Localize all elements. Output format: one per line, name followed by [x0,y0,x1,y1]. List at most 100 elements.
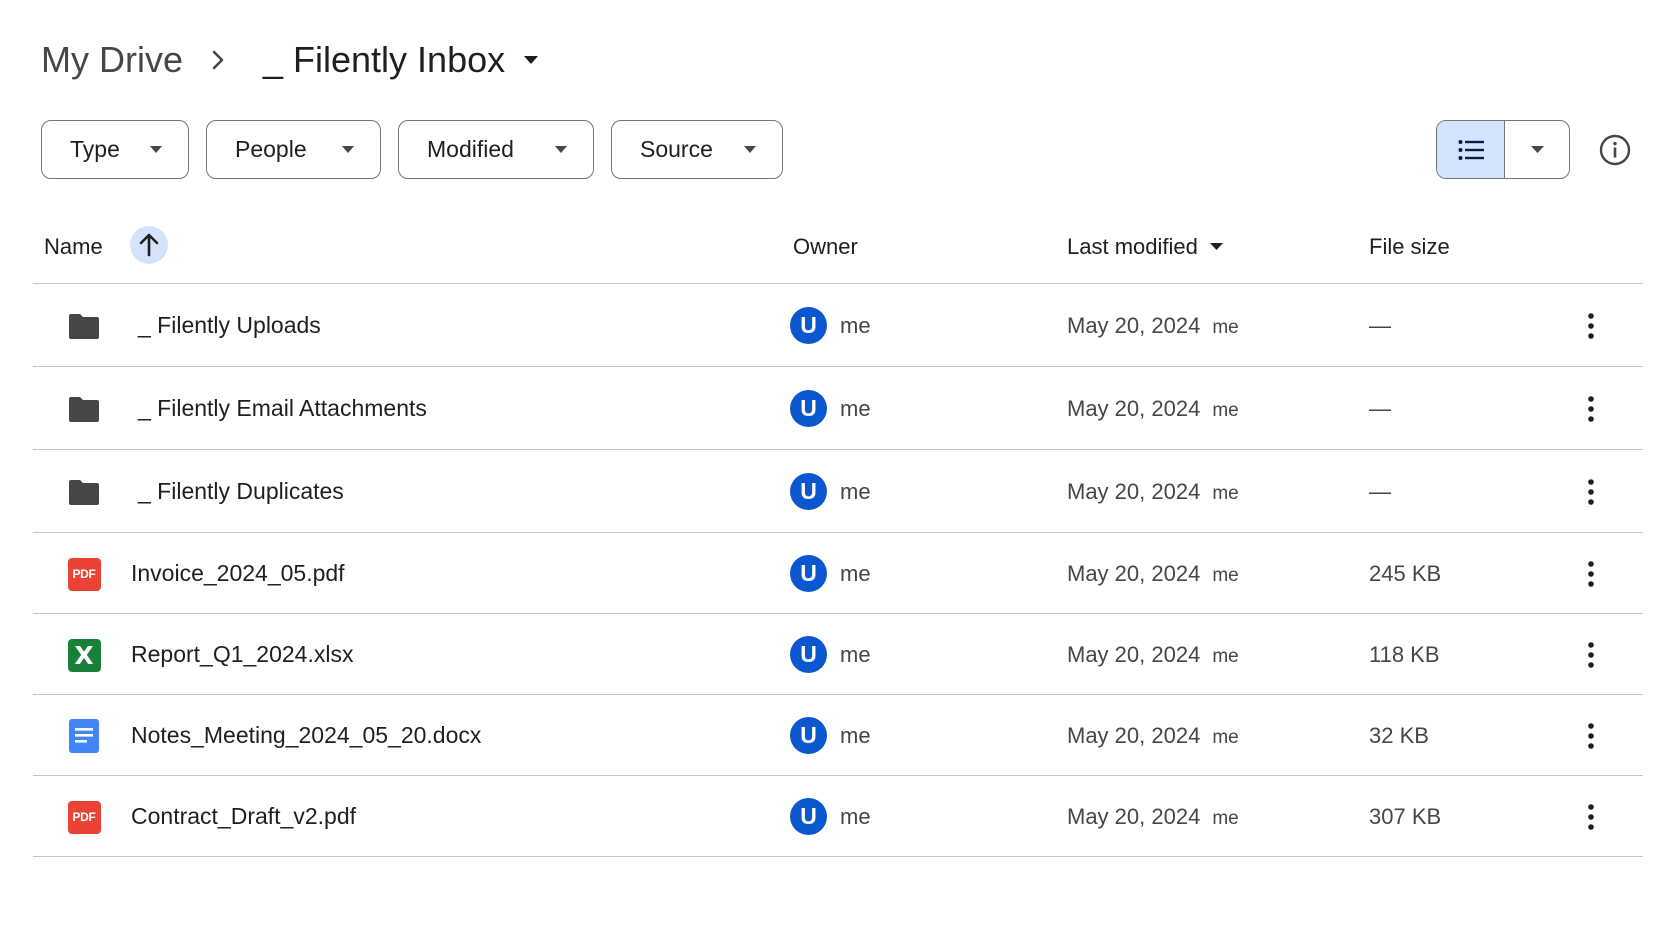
last-modified-cell: May 20, 2024 me [1067,561,1239,587]
owner-name: me [840,641,871,667]
breadcrumb-my-drive[interactable]: My Drive [41,39,183,81]
modified-by: me [1212,483,1239,504]
file-name[interactable]: _ Filently Duplicates [138,478,344,505]
pdf-icon-glyph: PDF [67,557,101,591]
filter-modified-chip[interactable]: Modified [398,120,594,179]
modified-by: me [1212,565,1239,586]
owner-name: me [840,312,871,338]
caret-down-icon [342,145,354,153]
file-name[interactable]: _ Filently Uploads [138,312,321,339]
filter-type-label: Type [70,136,120,162]
last-modified-cell: May 20, 2024 me [1067,479,1239,505]
owner-name: me [840,478,871,504]
caret-down-icon [1209,243,1223,251]
file-name[interactable]: Notes_Meeting_2024_05_20.docx [131,722,481,749]
column-header-owner[interactable]: Owner [793,234,858,260]
filter-bar: Type People Modified Source [41,120,783,179]
file-name[interactable]: Report_Q1_2024.xlsx [131,641,353,668]
modified-date: May 20, 2024 [1067,313,1201,338]
last-modified-cell: May 20, 2024 me [1067,723,1239,749]
last-modified-cell: May 20, 2024 me [1067,313,1239,339]
drive-page: My Drive _ Filently Inbox Type People Mo… [0,0,1672,941]
modified-by: me [1212,317,1239,338]
modified-date: May 20, 2024 [1067,723,1201,748]
list-view-icon [1458,139,1484,160]
file-size: 118 KB [1369,642,1440,667]
caret-down-icon [1530,145,1544,153]
table-row[interactable]: _ Filently Duplicates Ume May 20, 2024 me — [33,450,1643,533]
info-icon [1599,134,1631,166]
more-actions-icon[interactable] [1573,718,1609,754]
last-modified-cell: May 20, 2024 me [1067,804,1239,830]
column-header-last-modified[interactable]: Last modified [1067,234,1223,260]
modified-by: me [1212,727,1239,748]
modified-date: May 20, 2024 [1067,479,1201,504]
more-actions-icon[interactable] [1573,474,1609,510]
last-modified-cell: May 20, 2024 me [1067,642,1239,668]
avatar: U [790,555,827,592]
sort-direction-button[interactable] [130,226,168,264]
file-name[interactable]: Contract_Draft_v2.pdf [131,803,356,830]
pdf-icon: PDF [66,799,102,835]
more-actions-icon[interactable] [1573,308,1609,344]
table-row[interactable]: _ Filently Uploads Ume May 20, 2024 me — [33,284,1643,367]
modified-by: me [1212,400,1239,421]
avatar: U [790,717,827,754]
filter-source-chip[interactable]: Source [611,120,783,179]
owner-name: me [840,560,871,586]
caret-down-icon [150,145,162,153]
owner-cell: Ume [790,307,871,344]
file-size: — [1369,313,1391,338]
pdf-icon-glyph: PDF [67,800,101,834]
table-row[interactable]: PDF Invoice_2024_05.pdf Ume May 20, 2024 me 2… [33,533,1643,614]
folder-icon [66,474,102,510]
modified-date: May 20, 2024 [1067,642,1201,667]
more-actions-icon[interactable] [1573,799,1609,835]
column-header-name[interactable]: Name [44,234,103,260]
owner-cell: Ume [790,636,871,673]
more-actions-icon[interactable] [1573,637,1609,673]
more-actions-icon[interactable] [1573,391,1609,427]
owner-cell: Ume [790,473,871,510]
filter-people-chip[interactable]: People [206,120,381,179]
file-size: 32 KB [1369,723,1429,748]
column-header-file-size[interactable]: File size [1369,234,1450,260]
filter-modified-label: Modified [427,136,514,162]
file-size: 307 KB [1369,804,1442,829]
info-button[interactable] [1598,133,1632,167]
owner-cell: Ume [790,798,871,835]
excel-icon-glyph: X [67,638,101,672]
pdf-icon: PDF [66,556,102,592]
table-row[interactable]: _ Filently Email Attachments Ume May 20, 2… [33,367,1643,450]
file-name[interactable]: _ Filently Email Attachments [138,395,427,422]
file-size: — [1369,479,1391,504]
last-modified-cell: May 20, 2024 me [1067,396,1239,422]
breadcrumb-current-folder[interactable]: _ Filently Inbox [263,39,539,81]
file-size: 245 KB [1369,561,1442,586]
owner-name: me [840,395,871,421]
breadcrumb-current-label: _ Filently Inbox [263,39,506,80]
modified-by: me [1212,646,1239,667]
file-name[interactable]: Invoice_2024_05.pdf [131,560,345,587]
chevron-right-icon [211,49,225,71]
table-row[interactable]: X Report_Q1_2024.xlsx Ume May 20, 2024 me 118… [33,614,1643,695]
avatar: U [790,473,827,510]
column-header-last-modified-label: Last modified [1067,234,1198,259]
table-row[interactable]: PDF Contract_Draft_v2.pdf Ume May 20, 2024 m… [33,776,1643,857]
list-view-button[interactable] [1437,121,1505,178]
owner-name: me [840,722,871,748]
avatar: U [790,390,827,427]
modified-date: May 20, 2024 [1067,396,1201,421]
owner-cell: Ume [790,390,871,427]
avatar: U [790,798,827,835]
arrow-up-icon [139,233,159,257]
table-row[interactable]: Notes_Meeting_2024_05_20.docx Ume May 20, … [33,695,1643,776]
owner-cell: Ume [790,555,871,592]
view-options-button[interactable] [1505,121,1569,178]
filter-type-chip[interactable]: Type [41,120,189,179]
folder-icon [66,391,102,427]
caret-down-icon [555,145,567,153]
file-table: Name Owner Last modified File size _ Fil… [33,214,1643,857]
more-actions-icon[interactable] [1573,556,1609,592]
view-toggle [1436,120,1570,179]
